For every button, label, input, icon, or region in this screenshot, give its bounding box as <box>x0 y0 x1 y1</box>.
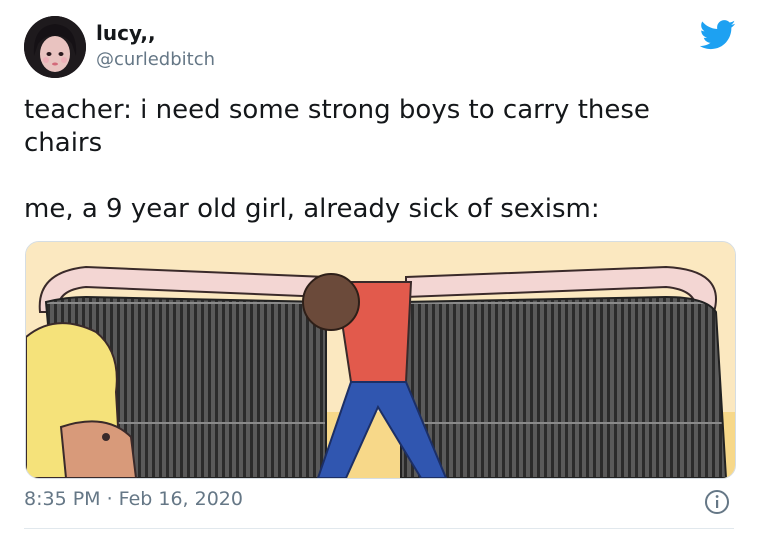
avatar[interactable] <box>24 16 86 78</box>
tweet-timestamp[interactable]: 8:35 PM · Feb 16, 2020 <box>24 488 243 510</box>
tweet-text: teacher: i need some strong boys to carr… <box>24 94 724 226</box>
tweet-line-2: me, a 9 year old girl, already sick of s… <box>24 194 600 224</box>
tweet-line-1: teacher: i need some strong boys to carr… <box>24 95 650 158</box>
display-name[interactable]: lucy,, <box>96 21 156 45</box>
divider <box>24 528 734 529</box>
twitter-bird-icon[interactable] <box>699 20 736 50</box>
tweet-media-image[interactable] <box>25 241 736 479</box>
info-icon[interactable] <box>704 489 730 515</box>
avatar-image <box>24 16 86 78</box>
user-handle[interactable]: @curledbitch <box>96 49 215 70</box>
meme-illustration <box>26 242 735 478</box>
tweet-card: lucy,, @curledbitch teacher: i need some… <box>0 0 758 540</box>
